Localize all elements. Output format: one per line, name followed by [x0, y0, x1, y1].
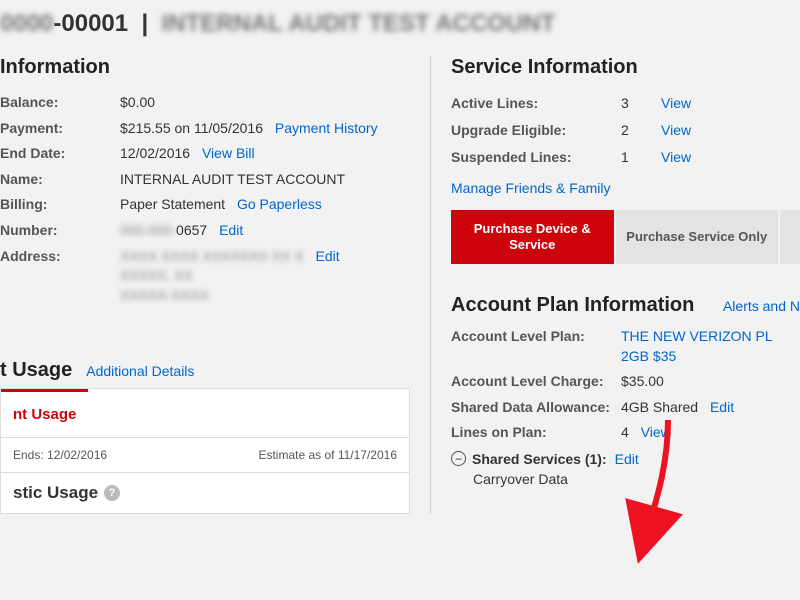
account-number-suffix: -00001: [53, 10, 128, 37]
address-line2-obscured: XXXXX, XX: [120, 266, 193, 286]
domestic-usage-label: stic Usage: [13, 483, 98, 503]
purchase-service-only-button[interactable]: Purchase Service Only: [616, 210, 779, 264]
edit-number-link[interactable]: Edit: [219, 222, 243, 238]
billing-value: Paper Statement: [120, 196, 225, 212]
tab-current-usage[interactable]: nt Usage: [1, 389, 88, 437]
payment-value: $215.55 on 11/05/2016: [120, 120, 263, 136]
service-info-heading: Service Information: [451, 56, 800, 79]
shared-allowance-label: Shared Data Allowance:: [451, 398, 621, 418]
estimate-asof: Estimate as of 11/17/2016: [258, 448, 397, 462]
edit-shared-allowance-link[interactable]: Edit: [710, 399, 734, 415]
edit-address-link[interactable]: Edit: [316, 248, 340, 264]
number-label: Number:: [0, 221, 120, 241]
enddate-value: 12/02/2016: [120, 145, 190, 161]
enddate-label: End Date:: [0, 144, 120, 164]
active-lines-count: 3: [621, 93, 661, 114]
active-lines-label: Active Lines:: [451, 93, 621, 114]
billing-label: Billing:: [0, 195, 120, 215]
upgrade-eligible-count: 2: [621, 120, 661, 141]
account-plan-heading: Account Plan Information: [451, 294, 694, 317]
help-icon[interactable]: ?: [104, 485, 120, 501]
shared-allowance-value: 4GB Shared: [621, 399, 698, 415]
suspended-lines-label: Suspended Lines:: [451, 147, 621, 168]
page-header: 0000-00001 | INTERNAL AUDIT TEST ACCOUNT: [0, 10, 800, 56]
view-bill-link[interactable]: View Bill: [202, 145, 255, 161]
alerts-link[interactable]: Alerts and N: [723, 298, 800, 314]
usage-tabs: nt Usage: [0, 388, 410, 438]
carryover-data-label: Carryover Data: [473, 471, 800, 487]
go-paperless-link[interactable]: Go Paperless: [237, 196, 322, 212]
view-upgrade-link[interactable]: View: [661, 122, 691, 138]
upgrade-eligible-label: Upgrade Eligible:: [451, 120, 621, 141]
cycle-ends: Ends: 12/02/2016: [13, 448, 107, 462]
usage-heading: t Usage: [0, 359, 72, 382]
payment-history-link[interactable]: Payment History: [275, 120, 378, 136]
payment-label: Payment:: [0, 119, 120, 139]
address-line1-obscured: XXXX XXXX XXXXXXX XX X: [120, 247, 304, 267]
purchase-device-service-button[interactable]: Purchase Device & Service: [451, 210, 614, 264]
level-charge-label: Account Level Charge:: [451, 372, 621, 392]
address-line3-obscured: XXXXX-XXXX: [120, 286, 209, 306]
lines-on-plan-value: 4: [621, 424, 629, 440]
collapse-icon[interactable]: −: [451, 451, 466, 466]
shared-services-label: Shared Services (1):: [472, 451, 607, 467]
level-plan-link[interactable]: THE NEW VERIZON PL 2GB $35: [621, 328, 772, 364]
name-label: Name:: [0, 170, 120, 190]
additional-details-link[interactable]: Additional Details: [86, 363, 194, 379]
balance-value: $0.00: [120, 93, 155, 113]
balance-label: Balance:: [0, 93, 120, 113]
view-lines-link[interactable]: View: [641, 424, 671, 440]
information-heading: Information: [0, 56, 410, 79]
purchase-more-button[interactable]: [780, 210, 800, 264]
lines-on-plan-label: Lines on Plan:: [451, 423, 621, 443]
name-value: INTERNAL AUDIT TEST ACCOUNT: [120, 170, 345, 190]
number-suffix: 0657: [176, 222, 207, 238]
level-charge-value: $35.00: [621, 372, 800, 392]
number-prefix-obscured: 000-000-: [120, 221, 176, 241]
view-suspended-link[interactable]: View: [661, 149, 691, 165]
view-active-lines-link[interactable]: View: [661, 95, 691, 111]
address-label: Address:: [0, 247, 120, 267]
account-name-obscured: INTERNAL AUDIT TEST ACCOUNT: [162, 10, 556, 37]
suspended-lines-count: 1: [621, 147, 661, 168]
account-prefix-obscured: 0000: [0, 10, 53, 37]
level-plan-label: Account Level Plan:: [451, 327, 621, 366]
edit-shared-services-link[interactable]: Edit: [615, 451, 639, 467]
manage-friends-family-link[interactable]: Manage Friends & Family: [451, 180, 611, 196]
